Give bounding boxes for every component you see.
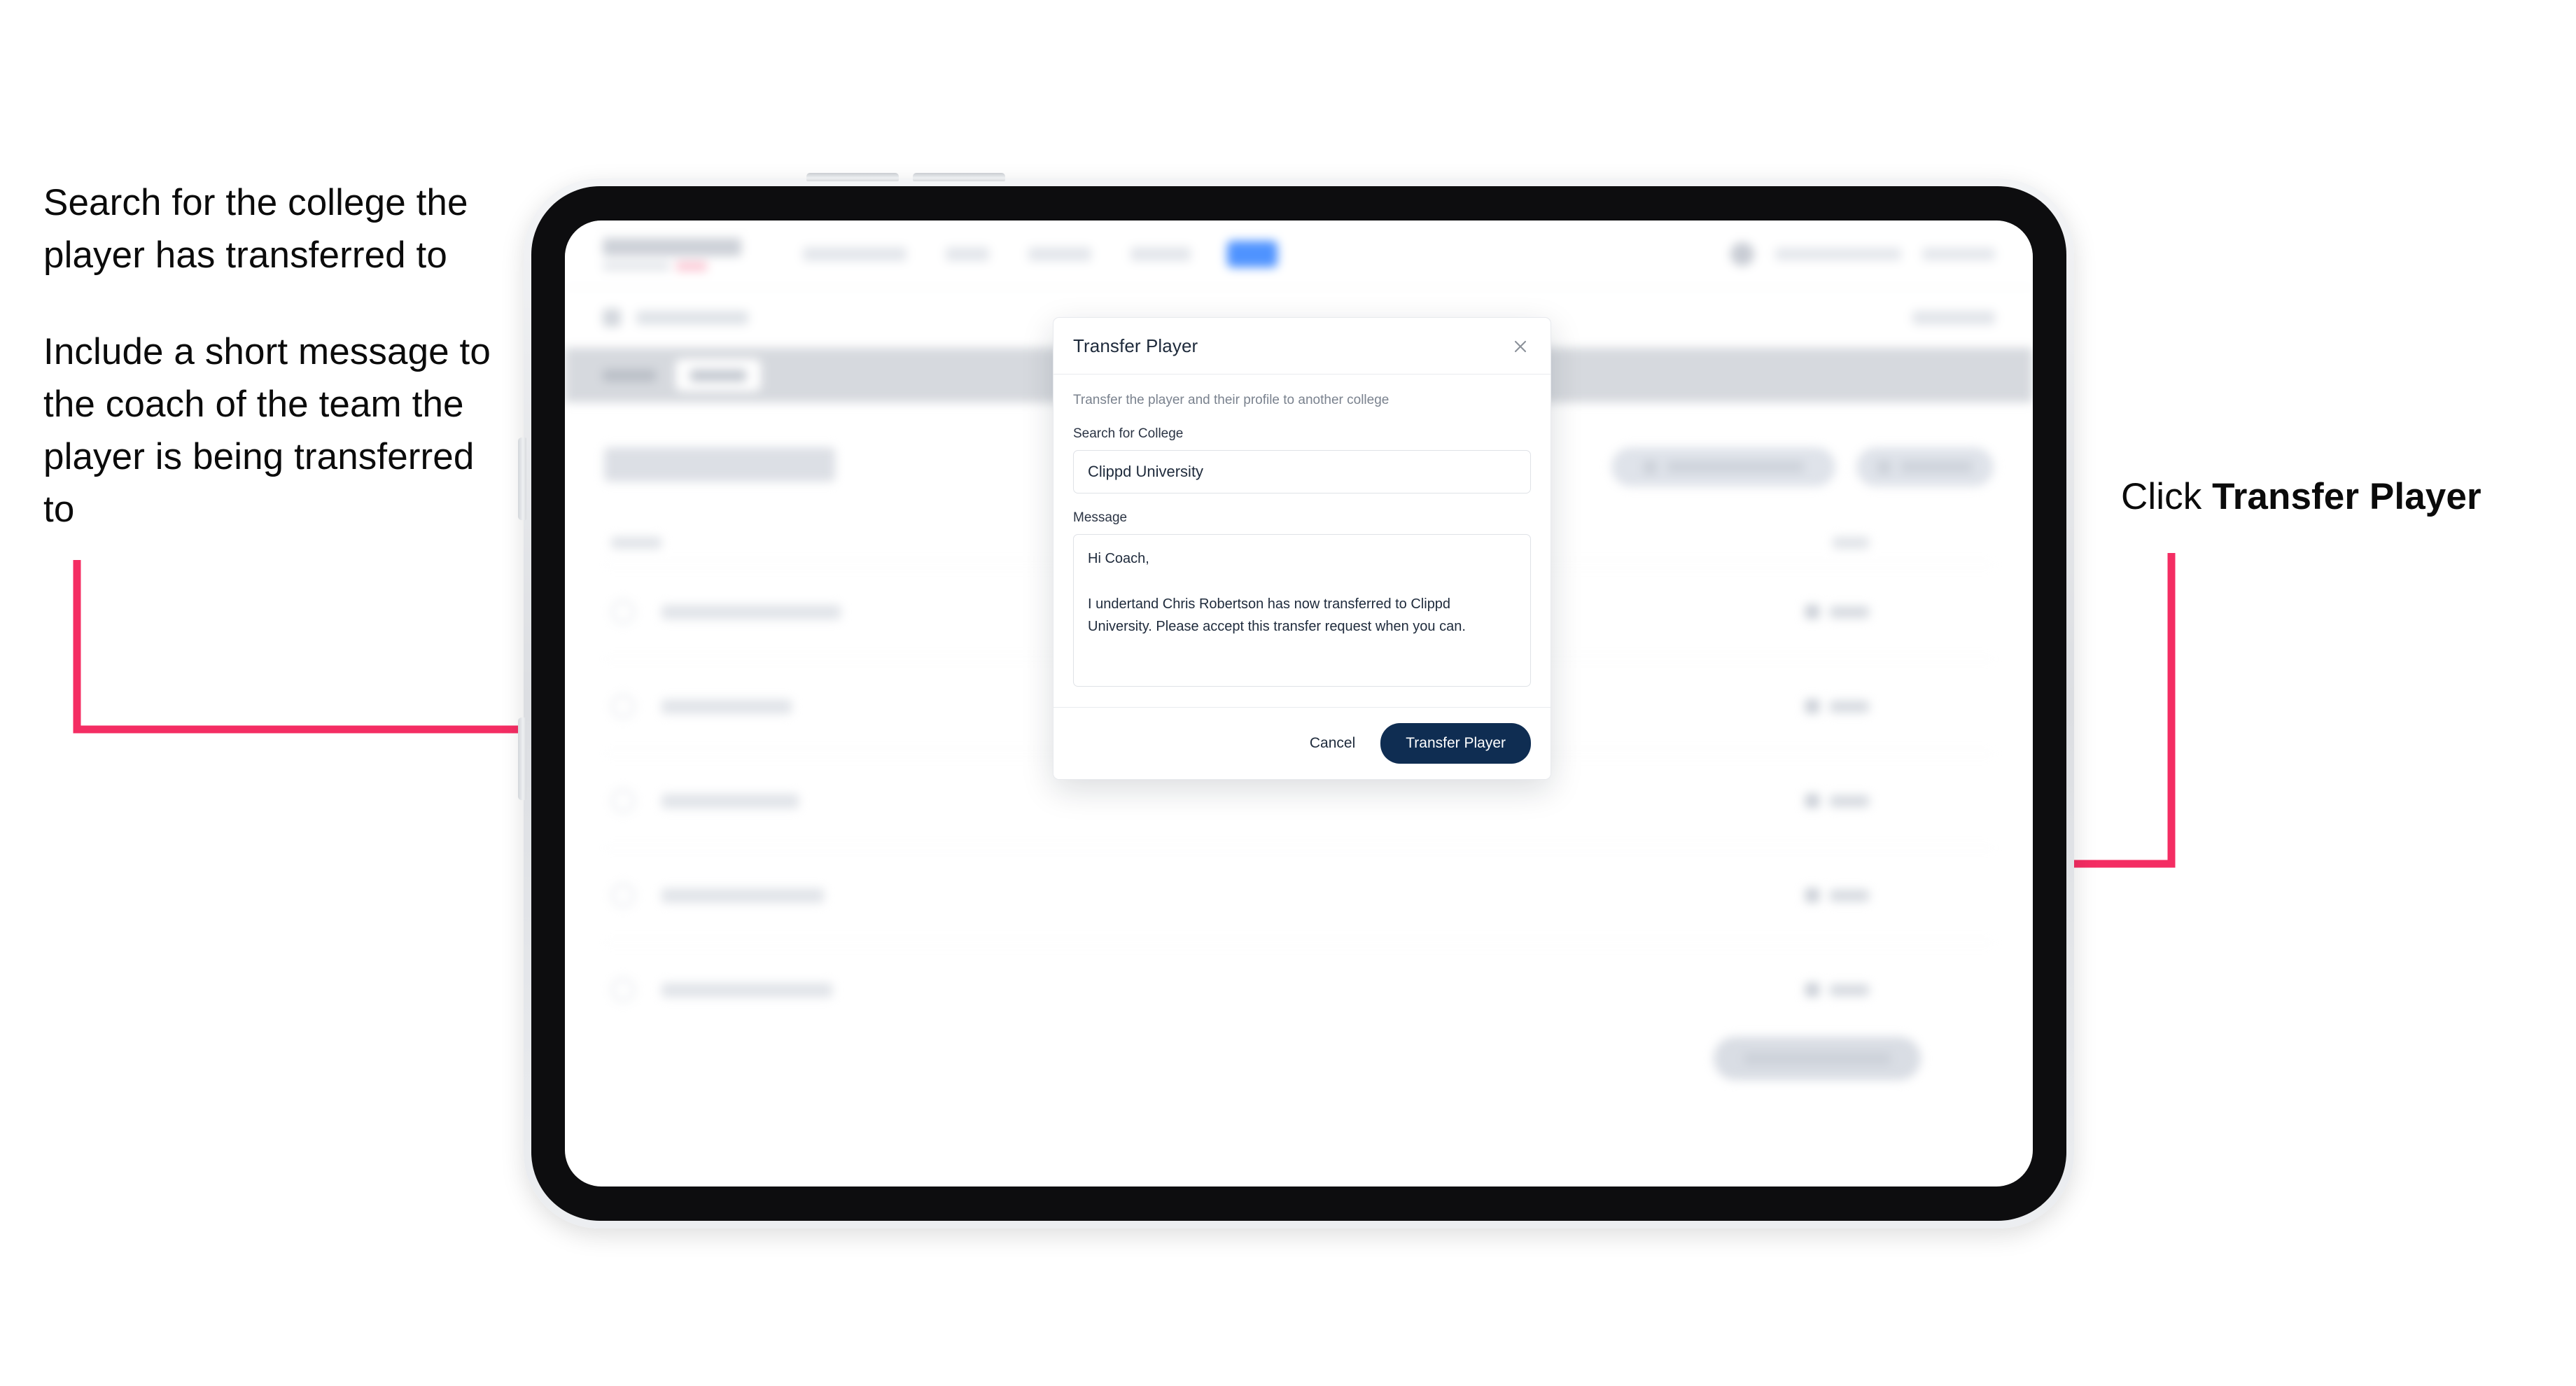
- app-logo-subtitle: [603, 261, 764, 271]
- page-action-buttons: [1611, 447, 1994, 486]
- row-edit-action[interactable]: [1805, 983, 1869, 997]
- row-edit-label: [1830, 606, 1869, 618]
- annotation-left: Search for the college the player has tr…: [43, 176, 491, 580]
- tab-details-label: [603, 369, 656, 382]
- breadcrumb-label[interactable]: [636, 310, 748, 325]
- table-row[interactable]: [604, 848, 1994, 942]
- nav-item-tournaments[interactable]: [803, 246, 906, 261]
- volume-up-button[interactable]: [806, 173, 899, 181]
- modal-title: Transfer Player: [1073, 335, 1198, 356]
- row-checkbox[interactable]: [611, 883, 635, 907]
- plus-icon: [1877, 460, 1891, 474]
- row-player-name: [662, 699, 792, 714]
- sign-out-button[interactable]: [1922, 247, 1995, 260]
- tablet-device-frame: Transfer Player Transfer the player and …: [518, 173, 2074, 1228]
- row-edit-action[interactable]: [1805, 794, 1869, 808]
- row-checkbox[interactable]: [611, 600, 635, 624]
- row-checkbox[interactable]: [611, 978, 635, 1002]
- annotation-right-prefix: Click: [2121, 476, 2213, 517]
- college-field-label: Search for College: [1073, 426, 1184, 441]
- row-edit-label: [1830, 983, 1869, 996]
- nav-item-analysis[interactable]: [1028, 246, 1091, 261]
- row-player-name: [662, 793, 799, 808]
- save-roster-updates-label: [1744, 1052, 1891, 1065]
- message-field-label: Message: [1073, 510, 1128, 525]
- side-button-bottom[interactable]: [518, 718, 526, 800]
- modal-body: Transfer the player and their profile to…: [1054, 374, 1550, 707]
- screenshot-canvas: Search for the college the player has tr…: [0, 0, 2576, 1386]
- transfer-player-modal: Transfer Player Transfer the player and …: [1053, 317, 1551, 780]
- volume-down-button[interactable]: [913, 173, 1005, 181]
- page-title: [604, 447, 835, 482]
- app-logo[interactable]: [603, 237, 764, 271]
- close-icon[interactable]: [1510, 336, 1531, 357]
- tab-roster[interactable]: [676, 359, 761, 391]
- app-top-nav: [565, 220, 2033, 288]
- row-player-name: [662, 888, 824, 903]
- nav-account-area: [1730, 241, 1995, 266]
- modal-subtitle: Transfer the player and their profile to…: [1073, 393, 1390, 407]
- row-player-name: [662, 604, 841, 620]
- add-player-button[interactable]: [1856, 447, 1994, 486]
- column-header-player: [611, 537, 662, 549]
- search-college-input[interactable]: [1073, 450, 1531, 493]
- pencil-icon: [1805, 888, 1819, 902]
- modal-header: Transfer Player: [1054, 318, 1550, 374]
- save-roster-updates-button[interactable]: [1714, 1037, 1921, 1080]
- cancel-button[interactable]: Cancel: [1292, 725, 1373, 762]
- side-button-top[interactable]: [518, 438, 526, 520]
- breadcrumb-cancel-action[interactable]: [1912, 310, 1995, 325]
- pencil-icon: [1805, 983, 1819, 997]
- row-edit-action[interactable]: [1805, 888, 1869, 902]
- row-edit-label: [1830, 794, 1869, 807]
- table-row[interactable]: [604, 942, 1994, 1037]
- message-textarea[interactable]: Hi Coach, I undertand Chris Robertson ha…: [1073, 534, 1531, 687]
- transfer-player-button[interactable]: Transfer Player: [1380, 723, 1531, 764]
- grid-icon: [603, 308, 621, 327]
- annotation-right-emphasis: Transfer Player: [2212, 476, 2482, 517]
- add-player-label: [1900, 461, 1973, 472]
- tab-roster-label: [690, 369, 746, 382]
- row-checkbox[interactable]: [611, 789, 635, 813]
- tab-details[interactable]: [593, 359, 666, 391]
- tablet-bezel: Transfer Player Transfer the player and …: [531, 186, 2066, 1221]
- college-field-group: Search for College: [1073, 426, 1531, 493]
- pencil-icon: [1805, 605, 1819, 619]
- avatar[interactable]: [1730, 241, 1754, 266]
- message-field-group: Message Hi Coach, I undertand Chris Robe…: [1073, 510, 1531, 690]
- modal-footer: Cancel Transfer Player: [1054, 707, 1550, 779]
- column-header-edit: [1833, 537, 1869, 549]
- annotation-left-line-2: Include a short message to the coach of …: [43, 330, 491, 531]
- nav-item-team[interactable]: [946, 246, 989, 261]
- row-player-name: [662, 982, 832, 997]
- row-edit-action[interactable]: [1805, 605, 1869, 619]
- pencil-icon: [1805, 794, 1819, 808]
- pencil-icon: [1805, 699, 1819, 713]
- nav-item-analytics[interactable]: [1130, 246, 1191, 261]
- row-edit-label: [1830, 700, 1869, 713]
- app-logo-badge: [676, 261, 707, 271]
- app-logo-wordmark: [603, 237, 741, 256]
- request-player-transfer-label: [1666, 461, 1804, 472]
- row-checkbox[interactable]: [611, 694, 635, 718]
- row-edit-label: [1830, 889, 1869, 902]
- app-logo-subtitle-text: [603, 262, 670, 270]
- account-email: [1775, 247, 1901, 260]
- annotation-right: Click Transfer Player: [2121, 470, 2555, 523]
- tablet-screen: Transfer Player Transfer the player and …: [565, 220, 2033, 1186]
- download-icon: [1643, 460, 1657, 474]
- annotation-left-line-1: Search for the college the player has tr…: [43, 182, 468, 276]
- request-player-transfer-button[interactable]: [1611, 447, 1835, 486]
- row-edit-action[interactable]: [1805, 699, 1869, 713]
- nav-item-highlighted[interactable]: [1227, 240, 1278, 267]
